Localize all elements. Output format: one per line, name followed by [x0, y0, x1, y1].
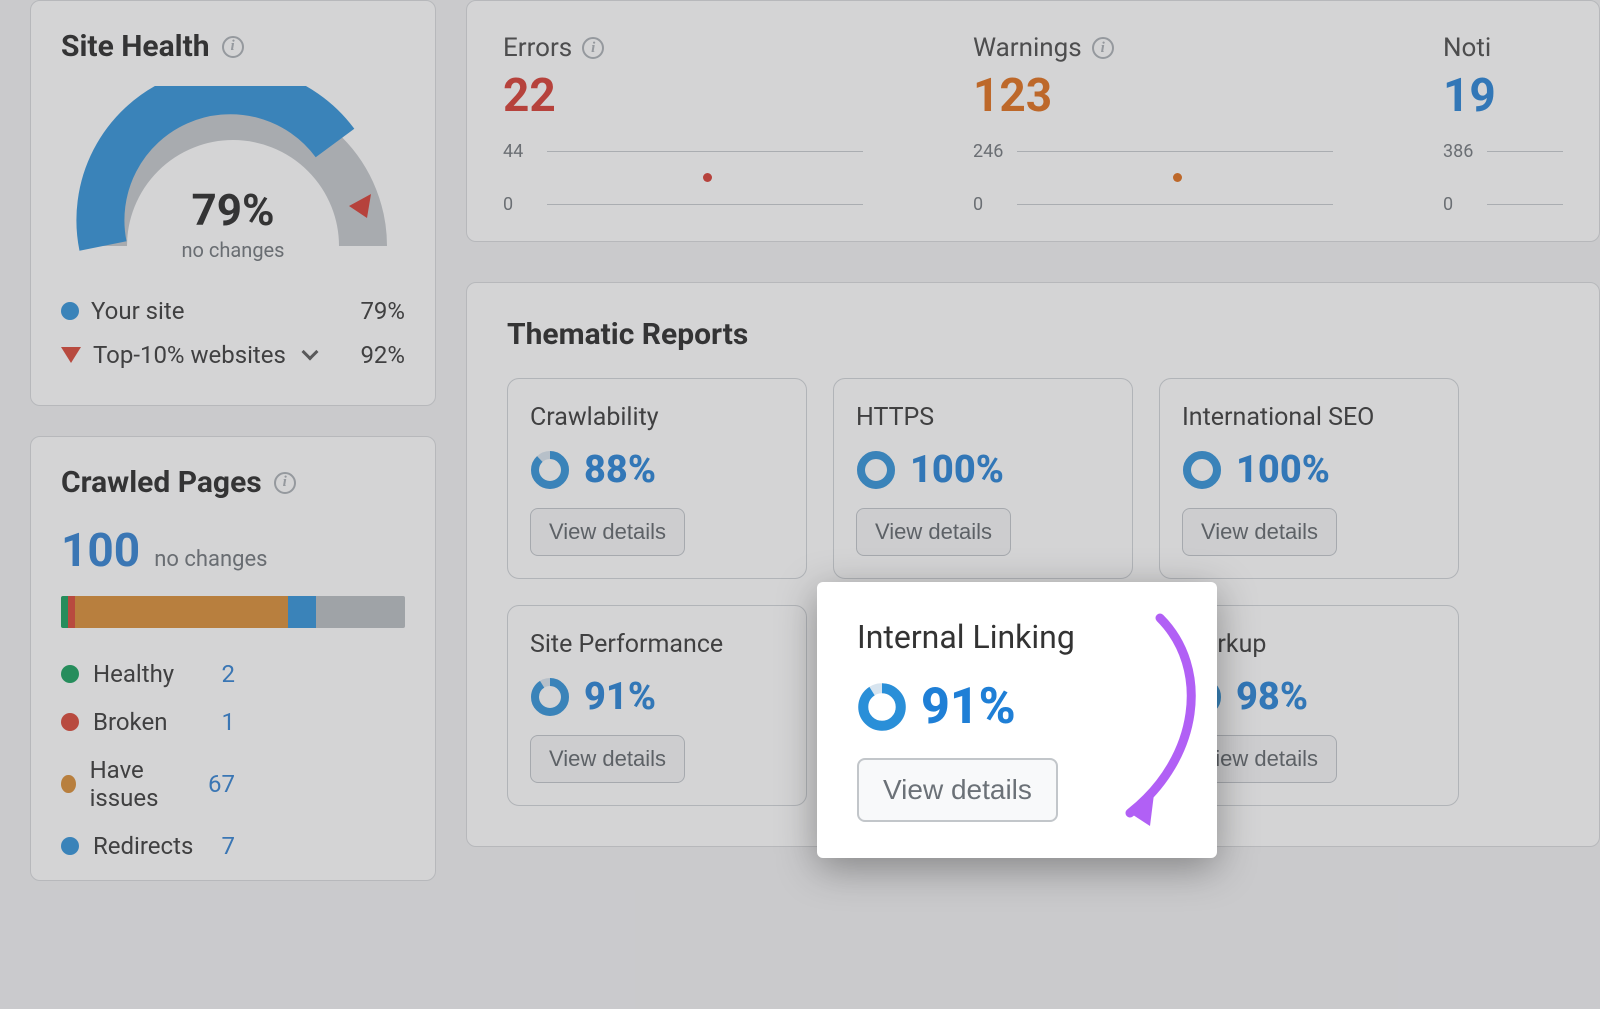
report-pct: 100% — [1236, 448, 1330, 492]
view-details-button[interactable]: View details — [856, 508, 1011, 556]
legend-top10[interactable]: Top-10% websites 92% — [61, 333, 405, 377]
view-details-button[interactable]: View details — [857, 758, 1058, 822]
spark-ymin: 0 — [503, 194, 513, 215]
info-icon[interactable]: i — [222, 36, 244, 58]
issues-summary-card: Errors i 22 44 0 Warnings i 123 — [466, 0, 1600, 242]
legend-label: Top-10% websites — [93, 341, 286, 369]
report-title: Site Performance — [530, 630, 784, 659]
info-icon[interactable]: i — [274, 472, 296, 494]
site-health-card: Site Health i 79% no changes — [30, 0, 436, 406]
report-pct: 88% — [584, 448, 656, 492]
warnings-col[interactable]: Warnings i 123 246 0 — [973, 33, 1353, 213]
legend-label: Your site — [91, 297, 184, 325]
legend-value: 92% — [360, 341, 405, 369]
stack-segment[interactable] — [288, 596, 316, 628]
dot-icon — [61, 775, 76, 793]
notices-label: Noti — [1443, 33, 1491, 63]
crawl-legend-row[interactable]: Healthy 2 — [61, 650, 405, 698]
spark-ymin: 0 — [1443, 194, 1453, 215]
site-health-title: Site Health i — [61, 29, 405, 64]
errors-sparkline: 44 0 — [503, 143, 863, 213]
crawled-title-text: Crawled Pages — [61, 465, 262, 500]
crawl-legend-label: Have issues — [90, 756, 194, 812]
dot-icon — [61, 665, 79, 683]
crawl-legend-value: 67 — [208, 770, 235, 798]
crawl-legend-row[interactable]: Redirects 7 — [61, 822, 405, 870]
warnings-value: 123 — [973, 69, 1353, 123]
report-pct: 91% — [584, 675, 656, 719]
info-icon[interactable]: i — [1092, 37, 1114, 59]
report-title: HTTPS — [856, 403, 1110, 432]
notices-col[interactable]: Noti 19 386 0 — [1443, 33, 1563, 213]
crawl-legend-label: Broken — [93, 708, 167, 736]
report-pct: 91% — [921, 678, 1016, 736]
stack-segment[interactable] — [75, 596, 288, 628]
stack-segment[interactable] — [61, 596, 68, 628]
errors-label: Errors — [503, 33, 572, 63]
donut-icon — [530, 450, 570, 490]
report-pct: 100% — [910, 448, 1004, 492]
triangle-down-icon — [61, 347, 81, 363]
thematic-title: Thematic Reports — [507, 317, 1565, 352]
dot-icon — [61, 713, 79, 731]
crawled-total[interactable]: 100 — [61, 524, 140, 578]
warnings-label: Warnings — [973, 33, 1082, 63]
report-title: Internal Linking — [857, 618, 1183, 656]
chevron-down-icon — [301, 344, 318, 361]
spark-ymax: 44 — [503, 141, 523, 162]
report-title: Crawlability — [530, 403, 784, 432]
spark-dot-icon — [1173, 173, 1182, 182]
donut-icon — [1182, 450, 1222, 490]
site-health-title-text: Site Health — [61, 29, 210, 64]
spark-ymax: 246 — [973, 141, 1003, 162]
crawled-pages-card: Crawled Pages i 100 no changes Healthy 2 B… — [30, 436, 436, 881]
legend-your-site[interactable]: Your site 79% — [61, 289, 405, 333]
crawl-legend-value: 1 — [222, 708, 236, 736]
errors-col[interactable]: Errors i 22 44 0 — [503, 33, 883, 213]
crawled-stacked-bar[interactable] — [61, 596, 405, 628]
stack-segment[interactable] — [68, 596, 75, 628]
internal-linking-popout: Internal Linking 91% View details — [817, 582, 1217, 858]
report-pct: 98% — [1236, 675, 1308, 719]
crawl-legend-value: 7 — [222, 832, 236, 860]
view-details-button[interactable]: View details — [530, 735, 685, 783]
site-health-percent: 79% — [73, 184, 393, 236]
crawled-pages-title: Crawled Pages i — [61, 465, 405, 500]
crawled-subtext: no changes — [154, 547, 267, 572]
crawl-legend-label: Redirects — [93, 832, 193, 860]
report-card[interactable]: HTTPS 100% View details — [833, 378, 1133, 579]
report-card[interactable]: International SEO 100% View details — [1159, 378, 1459, 579]
dot-icon — [61, 302, 79, 320]
view-details-button[interactable]: View details — [530, 508, 685, 556]
crawl-legend-value: 2 — [222, 660, 236, 688]
donut-icon — [857, 682, 907, 732]
spark-ymin: 0 — [973, 194, 983, 215]
spark-dot-icon — [703, 173, 712, 182]
view-details-button[interactable]: View details — [1182, 508, 1337, 556]
crawl-legend-row[interactable]: Broken 1 — [61, 698, 405, 746]
site-health-subtext: no changes — [73, 238, 393, 262]
errors-value: 22 — [503, 69, 883, 123]
report-card[interactable]: Crawlability 88% View details — [507, 378, 807, 579]
stack-segment[interactable] — [316, 596, 405, 628]
notices-value: 19 — [1443, 69, 1563, 123]
crawl-legend-row[interactable]: Have issues 67 — [61, 746, 405, 822]
crawl-legend-label: Healthy — [93, 660, 174, 688]
info-icon[interactable]: i — [582, 37, 604, 59]
donut-icon — [856, 450, 896, 490]
spark-ymax: 386 — [1443, 141, 1473, 162]
warnings-sparkline: 246 0 — [973, 143, 1333, 213]
report-title: Markup — [1182, 630, 1436, 659]
notices-sparkline: 386 0 — [1443, 143, 1563, 213]
report-title: International SEO — [1182, 403, 1436, 432]
site-health-gauge: 79% no changes — [61, 86, 405, 261]
legend-value: 79% — [360, 297, 405, 325]
donut-icon — [530, 677, 570, 717]
dot-icon — [61, 837, 79, 855]
report-card[interactable]: Site Performance 91% View details — [507, 605, 807, 806]
